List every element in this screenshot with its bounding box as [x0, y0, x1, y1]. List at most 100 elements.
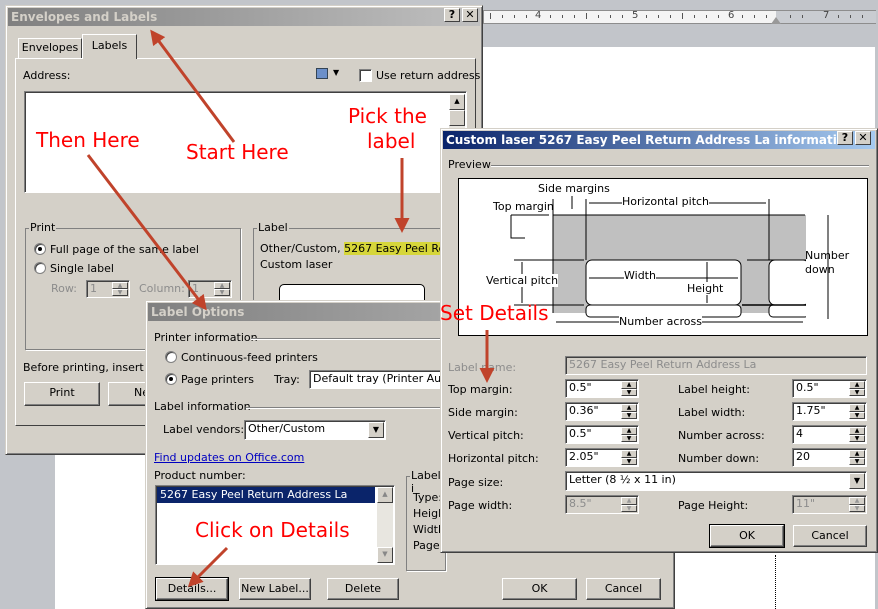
continuous-feed-radio[interactable] — [165, 351, 177, 363]
spin-up-icon[interactable]: ▲ — [621, 450, 637, 458]
row-stepper[interactable]: 1 ▲ ▼ — [86, 280, 130, 298]
spin-down-icon[interactable]: ▼ — [112, 289, 128, 296]
label-shape — [768, 304, 810, 318]
product-number-label: Product number: — [154, 469, 246, 482]
delete-button[interactable]: Delete — [327, 578, 399, 600]
details-help-button[interactable]: ? — [837, 131, 853, 145]
envelopes-dialog-titlebar[interactable]: Envelopes and Labels — [8, 8, 480, 26]
diagram-side-margins: Side margins — [538, 182, 610, 195]
row-value: 1 — [90, 282, 97, 295]
close-button[interactable]: ✕ — [462, 8, 478, 22]
single-label-radio[interactable] — [34, 262, 46, 274]
horizontal-ruler[interactable]: 4 5 6 7 — [483, 10, 876, 24]
details-cancel-button[interactable]: Cancel — [793, 525, 867, 547]
ruler-tick — [562, 15, 563, 18]
spin-up-icon[interactable]: ▲ — [621, 381, 637, 389]
column-stepper[interactable]: 1 ▲ ▼ — [188, 280, 232, 298]
spin-down-icon[interactable]: ▼ — [849, 457, 865, 465]
row-label: Row: — [51, 282, 77, 295]
page-height-stepper[interactable]: 11" ▲ ▼ — [792, 495, 867, 514]
ruler-tick — [598, 15, 599, 18]
number-down-stepper[interactable]: 20 ▲ ▼ — [792, 448, 867, 467]
scroll-up-arrow-icon[interactable]: ▲ — [377, 487, 393, 503]
tray-select[interactable]: Default tray (Printer Auto S — [309, 370, 449, 389]
product-list-item[interactable]: 5267 Easy Peel Return Address La — [157, 487, 375, 503]
ruler-tick — [718, 15, 719, 18]
new-label-button[interactable]: New Label... — [239, 578, 311, 600]
details-close-button[interactable]: ✕ — [855, 131, 871, 145]
page-width-stepper[interactable]: 8.5" ▲ ▼ — [565, 495, 639, 514]
label-shape — [768, 259, 810, 306]
ruler-tick — [502, 15, 503, 18]
spin-down-icon[interactable]: ▼ — [621, 434, 637, 442]
spin-down-icon[interactable]: ▼ — [621, 411, 637, 419]
label-options-cancel-button[interactable]: Cancel — [586, 578, 661, 600]
diagram-horizontal-pitch: Horizontal pitch — [622, 195, 710, 208]
tab-labels[interactable]: Labels — [82, 34, 137, 59]
label-height-stepper[interactable]: 0.5" ▲ ▼ — [792, 379, 867, 398]
details-dialog-titlebar[interactable]: Custom laser 5267 Easy Peel Return Addre… — [443, 131, 875, 149]
label-width-value: 1.75" — [796, 404, 826, 417]
spin-down-icon[interactable]: ▼ — [849, 411, 865, 419]
print-button[interactable]: Print — [24, 382, 100, 406]
tab-envelopes[interactable]: Envelopes — [18, 38, 82, 58]
spin-down-icon[interactable]: ▼ — [214, 289, 230, 296]
label-info-page: Page — [413, 539, 440, 552]
spin-up-icon[interactable]: ▲ — [849, 381, 865, 389]
document-page-left[interactable] — [55, 455, 155, 609]
spin-down-icon[interactable]: ▼ — [849, 388, 865, 396]
spin-down-icon[interactable]: ▼ — [621, 504, 637, 512]
scroll-up-arrow-icon[interactable]: ▲ — [449, 94, 465, 110]
details-ok-button[interactable]: OK — [709, 524, 785, 548]
scrollbar-thumb[interactable] — [449, 110, 465, 126]
tray-value: Default tray (Printer Auto S — [313, 372, 449, 385]
diagram-number-down-2: down — [805, 263, 835, 276]
spin-up-icon[interactable]: ▲ — [112, 282, 128, 289]
spin-down-icon[interactable]: ▼ — [849, 504, 865, 512]
spin-up-icon[interactable]: ▲ — [849, 450, 865, 458]
label-width-stepper[interactable]: 1.75" ▲ ▼ — [792, 402, 867, 421]
spin-down-icon[interactable]: ▼ — [621, 457, 637, 465]
chevron-down-icon[interactable]: ▼ — [849, 473, 865, 489]
spin-up-icon[interactable]: ▲ — [621, 404, 637, 412]
details-button[interactable]: Details... — [155, 577, 229, 601]
help-button[interactable]: ? — [444, 8, 460, 22]
number-across-stepper[interactable]: 4 ▲ ▼ — [792, 425, 867, 444]
spin-down-icon[interactable]: ▼ — [849, 434, 865, 442]
vertical-pitch-value: 0.5" — [569, 427, 592, 440]
top-margin-stepper[interactable]: 0.5" ▲ ▼ — [565, 379, 639, 398]
spin-up-icon[interactable]: ▲ — [849, 404, 865, 412]
annotation-then-here: Then Here — [36, 128, 140, 152]
find-updates-link[interactable]: Find updates on Office.com — [154, 451, 304, 464]
ruler-tick — [610, 15, 611, 18]
spin-up-icon[interactable]: ▲ — [849, 427, 865, 435]
side-margin-label: Side margin: — [448, 406, 518, 419]
label-vendors-select[interactable]: Other/Custom ▼ — [244, 420, 386, 440]
address-book-icon[interactable] — [316, 68, 328, 79]
column-value: 1 — [192, 282, 199, 295]
spin-up-icon[interactable]: ▲ — [849, 497, 865, 505]
address-book-dropdown-icon[interactable]: ▼ — [333, 68, 339, 77]
annotation-click-details: Click on Details — [195, 518, 350, 542]
use-return-address-checkbox[interactable] — [359, 69, 372, 82]
right-indent-marker[interactable] — [771, 17, 781, 24]
chevron-down-icon[interactable]: ▼ — [368, 422, 384, 438]
ruler-tick — [550, 15, 551, 18]
vertical-pitch-stepper[interactable]: 0.5" ▲ ▼ — [565, 425, 639, 444]
spin-up-icon[interactable]: ▲ — [621, 427, 637, 435]
scroll-down-arrow-icon[interactable]: ▼ — [377, 547, 393, 563]
annotation-pick-label-2: label — [367, 129, 416, 153]
side-margin-stepper[interactable]: 0.36" ▲ ▼ — [565, 402, 639, 421]
spin-up-icon[interactable]: ▲ — [214, 282, 230, 289]
horizontal-pitch-stepper[interactable]: 2.05" ▲ ▼ — [565, 448, 639, 467]
label-options-ok-button[interactable]: OK — [502, 578, 577, 600]
full-page-radio[interactable] — [34, 243, 46, 255]
print-button-label: Print — [49, 386, 75, 399]
label-name-field[interactable]: 5267 Easy Peel Return Address La — [565, 356, 867, 375]
top-margin-label: Top margin: — [448, 383, 513, 396]
spin-down-icon[interactable]: ▼ — [621, 388, 637, 396]
page-size-select[interactable]: Letter (8 ½ x 11 in) ▼ — [565, 471, 867, 491]
page-printers-radio[interactable] — [165, 373, 177, 385]
product-list-scrollbar[interactable]: ▲ ▼ — [377, 487, 393, 563]
spin-up-icon[interactable]: ▲ — [621, 497, 637, 505]
